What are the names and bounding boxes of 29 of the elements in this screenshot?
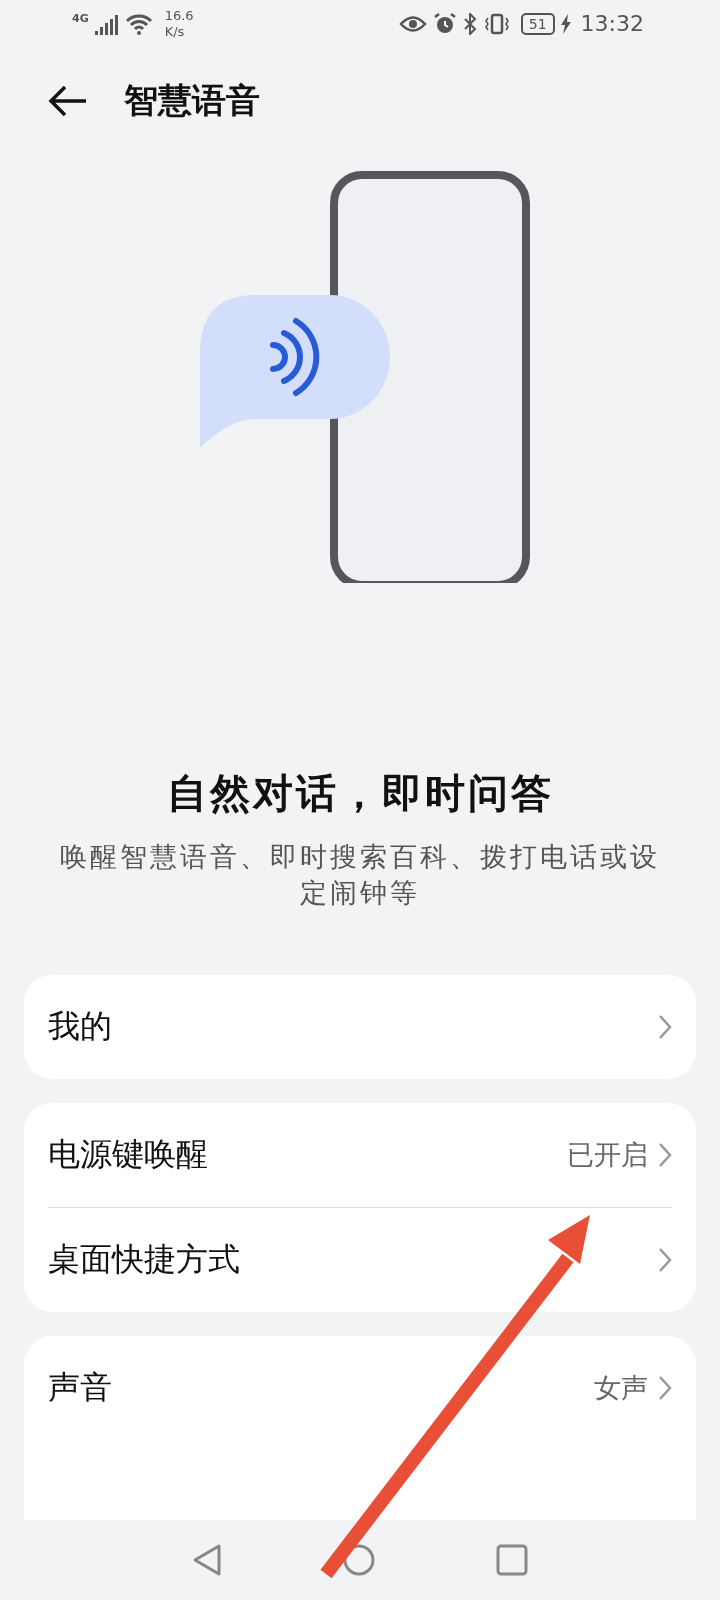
chevron-icon (658, 1142, 672, 1168)
clock-time: 13:32 (580, 11, 644, 37)
charging-icon (560, 13, 571, 34)
setting-label[interactable]: 桌面快捷方式 (48, 1238, 658, 1282)
bluetooth-icon (462, 12, 477, 35)
home-nav-icon[interactable] (342, 1543, 376, 1577)
recents-nav-icon[interactable] (496, 1544, 528, 1576)
setting-value: 女声 (594, 1371, 648, 1405)
back-nav-icon[interactable] (192, 1543, 222, 1577)
speed-unit: K/s (164, 23, 186, 40)
chevron-icon (658, 1247, 672, 1273)
setting-value: 已开启 (567, 1138, 648, 1172)
hero-subtitle: 唤醒智慧语音、即时搜索百科、拨打电话或设定闹钟等 (59, 840, 661, 910)
chevron-icon (658, 1014, 672, 1040)
eye-icon (398, 14, 427, 33)
setting-label[interactable]: 声音 (48, 1366, 594, 1410)
vibrate-icon (482, 12, 511, 35)
setting-label[interactable]: 电源键唤醒 (48, 1133, 567, 1177)
back-arrow-icon[interactable] (48, 85, 88, 118)
network-speed: 16.6 (164, 7, 194, 24)
hero-title: 自然对话，即时问答 (165, 769, 555, 818)
signal-icon (94, 12, 119, 35)
battery-level: 51 (520, 12, 555, 35)
chevron-icon (658, 1375, 672, 1401)
alarm-icon (432, 11, 457, 36)
wifi-icon (124, 12, 153, 35)
setting-label[interactable]: 我的 (48, 1005, 658, 1049)
page-title: 智慧语音 (124, 79, 260, 123)
network-type: 4G (72, 12, 89, 25)
